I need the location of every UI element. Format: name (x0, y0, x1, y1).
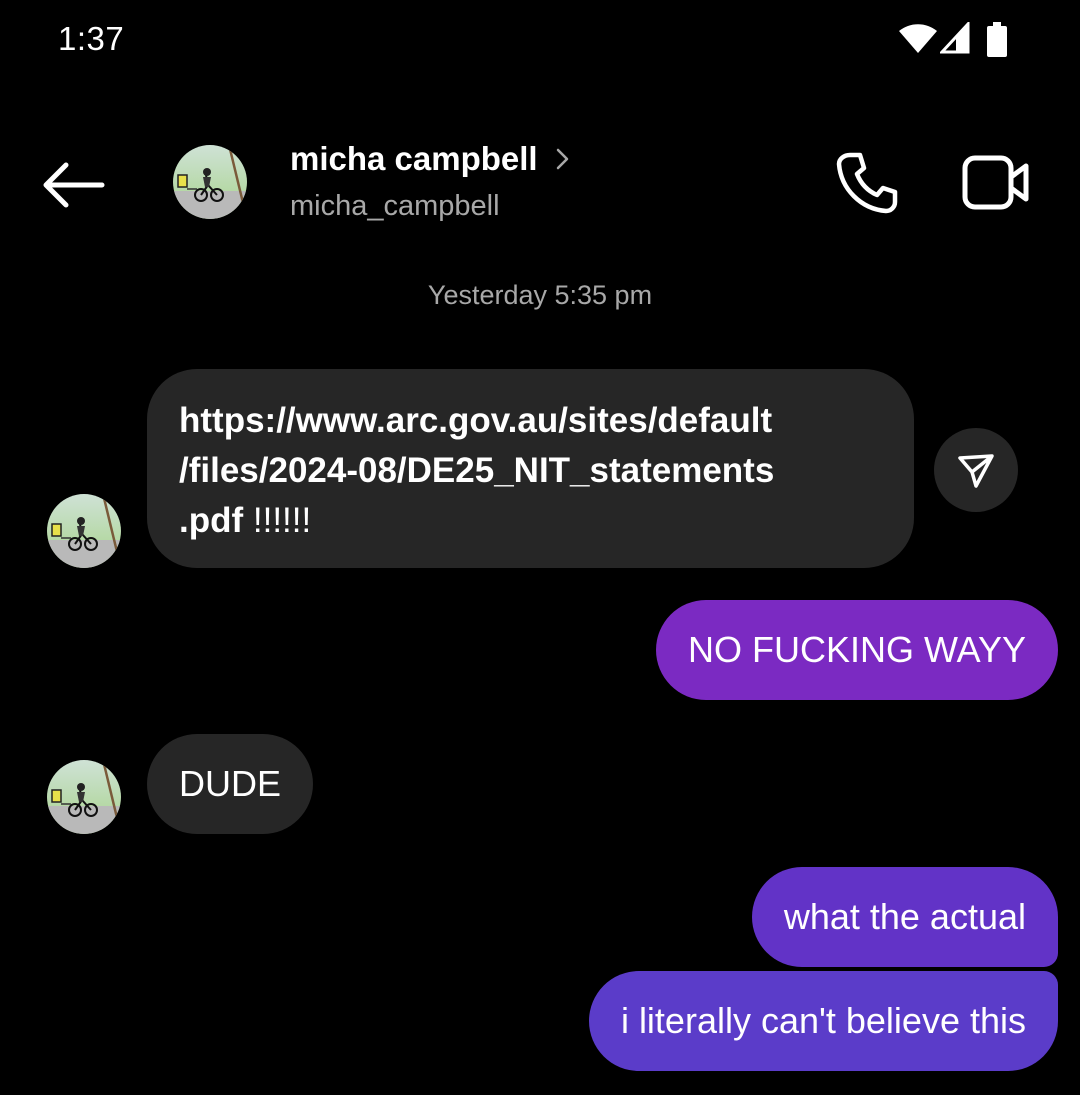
send-icon (958, 454, 994, 488)
incoming-message[interactable]: DUDE (147, 734, 314, 834)
battery-icon (987, 22, 1007, 57)
video-call-button[interactable] (962, 153, 1032, 213)
link-text-line-last: .pdf !!!!!! (179, 496, 914, 546)
wifi-icon (899, 24, 937, 53)
cellular-signal-icon (940, 22, 970, 54)
outgoing-message[interactable]: NO FUCKING WAYY (655, 600, 1058, 700)
contact-avatar[interactable] (173, 145, 247, 219)
status-icons (898, 22, 1008, 58)
contact-handle: micha_campbell (290, 190, 500, 222)
link-text-end: .pdf (179, 501, 244, 540)
back-arrow-icon (43, 162, 105, 208)
outgoing-message[interactable]: i literally can't believe this (588, 971, 1058, 1071)
video-camera-icon (962, 155, 1029, 210)
phone-icon (836, 152, 898, 214)
link-text-line: /files/2024-08/DE25_NIT_statements (179, 451, 775, 490)
incoming-link-message[interactable]: https://www.arc.gov.au/sites/default /fi… (147, 369, 914, 568)
voice-call-button[interactable] (834, 150, 900, 216)
contact-name-row[interactable]: micha campbell (290, 140, 570, 178)
link-text-line: https://www.arc.gov.au/sites/default (179, 401, 773, 440)
status-time: 1:37 (58, 20, 125, 57)
contact-name: micha campbell (290, 140, 538, 177)
chevron-right-icon (556, 148, 568, 170)
outgoing-message[interactable]: what the actual (751, 867, 1058, 967)
message-suffix: !!!!!! (243, 501, 312, 540)
share-message-button[interactable] (934, 428, 1018, 512)
message-sender-avatar[interactable] (47, 760, 121, 834)
contact-info[interactable]: micha campbell micha_campbell (290, 140, 570, 223)
conversation-timestamp: Yesterday 5:35 pm (427, 280, 653, 310)
back-button[interactable] (40, 160, 106, 210)
message-sender-avatar[interactable] (47, 494, 121, 568)
